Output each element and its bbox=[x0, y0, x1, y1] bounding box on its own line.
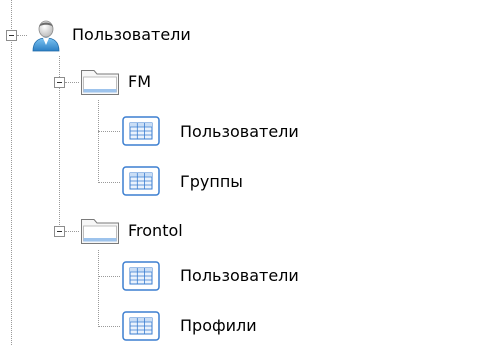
tree-connector bbox=[98, 250, 99, 327]
collapse-toggle-root[interactable] bbox=[6, 30, 17, 41]
tree-connector bbox=[11, 0, 12, 345]
tree-node-label-fm-users[interactable]: Пользователи bbox=[180, 122, 299, 142]
tree-node-label-frontol-profiles[interactable]: Профили bbox=[180, 316, 257, 336]
tree-connector bbox=[98, 276, 120, 277]
tree-node-label-fm[interactable]: FM bbox=[128, 72, 151, 92]
tree-view: Пользователи FM Пользователи Группы Fron… bbox=[0, 0, 480, 345]
table-icon bbox=[122, 166, 160, 196]
tree-connector bbox=[98, 100, 99, 183]
tree-connector bbox=[98, 326, 120, 327]
table-icon bbox=[122, 311, 160, 341]
tree-connector bbox=[17, 35, 27, 36]
folder-icon bbox=[80, 66, 120, 96]
collapse-toggle-fm[interactable] bbox=[54, 77, 65, 88]
tree-connector bbox=[65, 82, 79, 83]
tree-node-label-frontol-users[interactable]: Пользователи bbox=[180, 266, 299, 286]
user-icon bbox=[29, 18, 63, 52]
table-icon bbox=[122, 116, 160, 146]
table-icon bbox=[122, 261, 160, 291]
tree-node-label-fm-groups[interactable]: Группы bbox=[180, 172, 243, 192]
tree-node-label-root[interactable]: Пользователи bbox=[72, 25, 191, 45]
collapse-toggle-frontol[interactable] bbox=[54, 226, 65, 237]
tree-connector bbox=[98, 131, 120, 132]
tree-connector bbox=[98, 182, 120, 183]
folder-icon bbox=[80, 215, 120, 245]
tree-node-label-frontol[interactable]: Frontol bbox=[128, 221, 183, 241]
tree-connector bbox=[65, 231, 79, 232]
